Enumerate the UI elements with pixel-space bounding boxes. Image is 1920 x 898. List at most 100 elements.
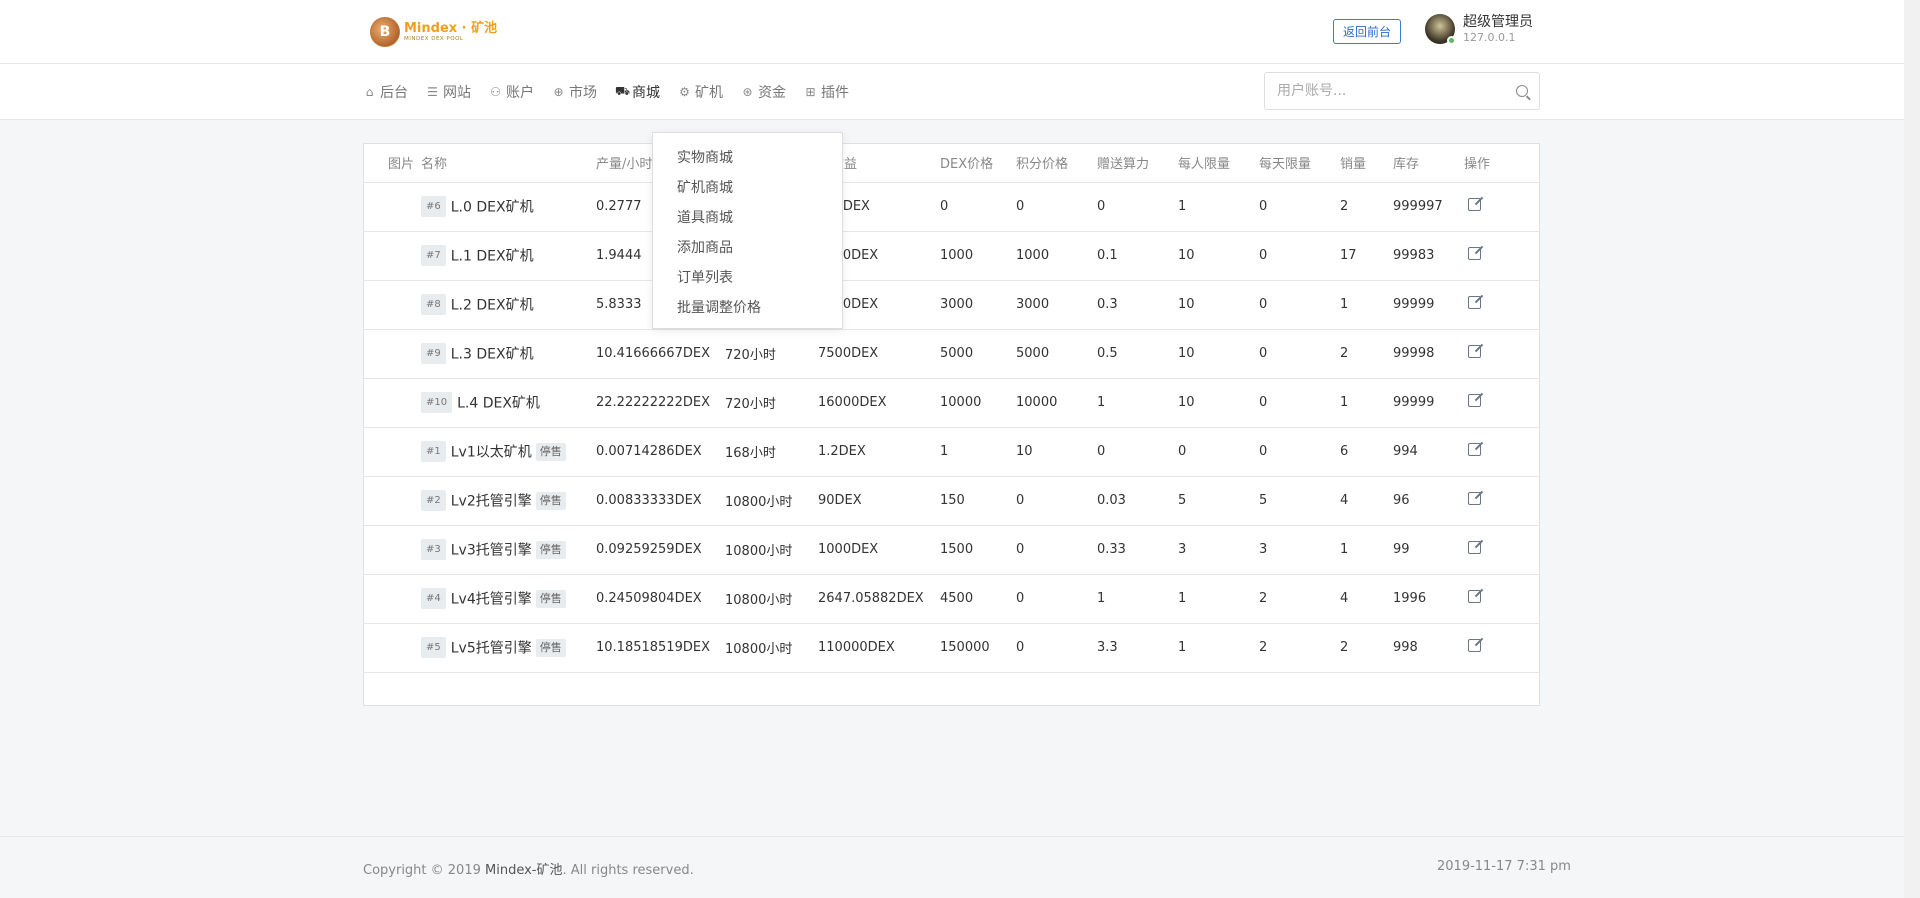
cell-per-day: 2 xyxy=(1253,574,1334,624)
nav-item-website[interactable]: ☰ 网站 xyxy=(426,82,471,102)
cell-per-person: 1 xyxy=(1172,623,1253,673)
cell-dex-price: 3000 xyxy=(934,280,1010,330)
edit-icon[interactable] xyxy=(1468,394,1481,407)
edit-icon[interactable] xyxy=(1468,296,1481,309)
edit-icon[interactable] xyxy=(1468,590,1481,603)
cell-power: 1 xyxy=(1091,574,1172,624)
menu-item-add-product[interactable]: 添加商品 xyxy=(653,233,842,263)
image-cell xyxy=(364,574,415,624)
nav-item-shop[interactable]: ⛟ 商城 xyxy=(615,82,660,102)
status-badge: 停售 xyxy=(535,491,566,510)
nav-item-market[interactable]: ⊕ 市场 xyxy=(552,82,597,102)
image-cell xyxy=(364,427,415,477)
product-name: Lv2托管引擎 xyxy=(450,493,532,510)
cell-dex-price: 150 xyxy=(934,476,1010,526)
column-header: 图片 xyxy=(364,144,415,183)
cell-sold: 2 xyxy=(1334,623,1387,673)
edit-icon[interactable] xyxy=(1468,639,1481,652)
table-body: #6 L.0 DEX矿机 0.2777 200DEX 0 0 0 1 0 2 999997 #7 L.1… xyxy=(364,182,1539,673)
column-header: 每人限量 xyxy=(1172,144,1253,183)
product-name: L.1 DEX矿机 xyxy=(450,248,534,265)
user-ip: 127.0.0.1 xyxy=(1463,30,1516,44)
cell-dex-price: 0 xyxy=(934,182,1010,232)
action-cell xyxy=(1458,182,1539,232)
cell-stock: 999997 xyxy=(1387,182,1458,232)
id-badge: #4 xyxy=(421,588,446,609)
image-cell xyxy=(364,329,415,379)
image-cell xyxy=(364,280,415,330)
user-menu[interactable]: 超级管理员 127.0.0.1 xyxy=(1425,14,1533,45)
edit-icon[interactable] xyxy=(1468,492,1481,505)
edit-icon[interactable] xyxy=(1468,247,1481,260)
cell-cycle: 720小时 xyxy=(719,378,812,428)
table-row: #1 Lv1以太矿机 停售 0.00714286DEX 168小时 1.2DEX 1 10 0 0… xyxy=(364,427,1539,477)
cell-total: 1.2DEX xyxy=(812,427,934,477)
cell-sold: 1 xyxy=(1334,378,1387,428)
nav-items: ⌂ 后台 ☰ 网站 ⚇ 账户 ⊕ 市场 ⛟ 商城 ⚙ 矿机 ⊛ 资金 ⊞ 插件 xyxy=(363,64,867,120)
copyright: Copyright © 2019 Mindex-矿池. All rights r… xyxy=(363,859,694,878)
cell-total: 2647.05882DEX xyxy=(812,574,934,624)
cell-per-day: 2 xyxy=(1253,623,1334,673)
cell-point-price: 0 xyxy=(1010,623,1091,673)
image-cell xyxy=(364,525,415,575)
site-name-link[interactable]: Mindex-矿池 xyxy=(485,863,562,878)
cell-point-price: 1000 xyxy=(1010,231,1091,281)
edit-icon[interactable] xyxy=(1468,541,1481,554)
menu-item-batch-price[interactable]: 批量调整价格 xyxy=(653,293,842,323)
table-row: #9 L.3 DEX矿机 10.41666667DEX 720小时 7500DEX 500… xyxy=(364,329,1539,379)
nav-item-dashboard[interactable]: ⌂ 后台 xyxy=(363,82,408,102)
nav-item-accounts[interactable]: ⚇ 账户 xyxy=(489,82,534,102)
return-frontend-button[interactable]: 返回前台 xyxy=(1333,19,1401,44)
cell-dex-price: 5000 xyxy=(934,329,1010,379)
edit-icon[interactable] xyxy=(1468,443,1481,456)
cell-dex-price: 1500 xyxy=(934,525,1010,575)
nav-item-funds[interactable]: ⊛ 资金 xyxy=(741,82,786,102)
action-cell xyxy=(1458,623,1539,673)
image-cell xyxy=(364,182,415,232)
cell-output: 0.24509804DEX xyxy=(590,574,719,624)
nav-item-miners[interactable]: ⚙ 矿机 xyxy=(678,82,723,102)
image-cell xyxy=(364,378,415,428)
edit-icon[interactable] xyxy=(1468,345,1481,358)
product-name: L.0 DEX矿机 xyxy=(450,199,534,216)
cell-point-price: 3000 xyxy=(1010,280,1091,330)
menu-item-order-list[interactable]: 订单列表 xyxy=(653,263,842,293)
table-row: #2 Lv2托管引擎 停售 0.00833333DEX 10800小时 90DEX 150 0… xyxy=(364,476,1539,526)
nav-item-plugins[interactable]: ⊞ 插件 xyxy=(804,82,849,102)
product-name: Lv1以太矿机 xyxy=(450,444,532,461)
status-badge: 停售 xyxy=(535,589,566,608)
menu-item-miner-shop[interactable]: 矿机商城 xyxy=(653,173,842,203)
action-cell xyxy=(1458,476,1539,526)
id-badge: #5 xyxy=(421,637,446,658)
action-cell xyxy=(1458,378,1539,428)
cell-output: 10.41666667DEX xyxy=(590,329,719,379)
avatar[interactable] xyxy=(1425,14,1456,45)
site-logo[interactable]: B Mindex · 矿池 MINDEX DEX POOL xyxy=(370,16,497,48)
cell-point-price: 10000 xyxy=(1010,378,1091,428)
menu-item-physical-shop[interactable]: 实物商城 xyxy=(653,143,842,173)
cell-per-day: 0 xyxy=(1253,427,1334,477)
nav-label: 资金 xyxy=(758,85,786,101)
product-name: Lv3托管引擎 xyxy=(450,542,532,559)
id-badge: #3 xyxy=(421,539,446,560)
footer: Copyright © 2019 Mindex-矿池. All rights r… xyxy=(0,836,1904,898)
table-row: #10 L.4 DEX矿机 22.22222222DEX 720小时 16000DEX 1… xyxy=(364,378,1539,428)
edit-icon[interactable] xyxy=(1468,198,1481,211)
cell-per-person: 10 xyxy=(1172,231,1253,281)
search-input[interactable] xyxy=(1265,73,1539,109)
cell-cycle: 10800小时 xyxy=(719,574,812,624)
action-cell xyxy=(1458,574,1539,624)
cell-per-person: 1 xyxy=(1172,182,1253,232)
vertical-scrollbar[interactable] xyxy=(1904,0,1920,898)
grid-icon: ⊞ xyxy=(805,85,816,99)
menu-item-props-shop[interactable]: 道具商城 xyxy=(653,203,842,233)
cell-point-price: 5000 xyxy=(1010,329,1091,379)
cell-per-day: 0 xyxy=(1253,280,1334,330)
search-icon[interactable] xyxy=(1516,85,1528,97)
table-row: #5 Lv5托管引擎 停售 10.18518519DEX 10800小时 110000DE… xyxy=(364,623,1539,673)
action-cell xyxy=(1458,280,1539,330)
cell-output: 0.00833333DEX xyxy=(590,476,719,526)
cell-total: 16000DEX xyxy=(812,378,934,428)
name-cell: #7 L.1 DEX矿机 xyxy=(415,231,590,281)
name-cell: #8 L.2 DEX矿机 xyxy=(415,280,590,330)
